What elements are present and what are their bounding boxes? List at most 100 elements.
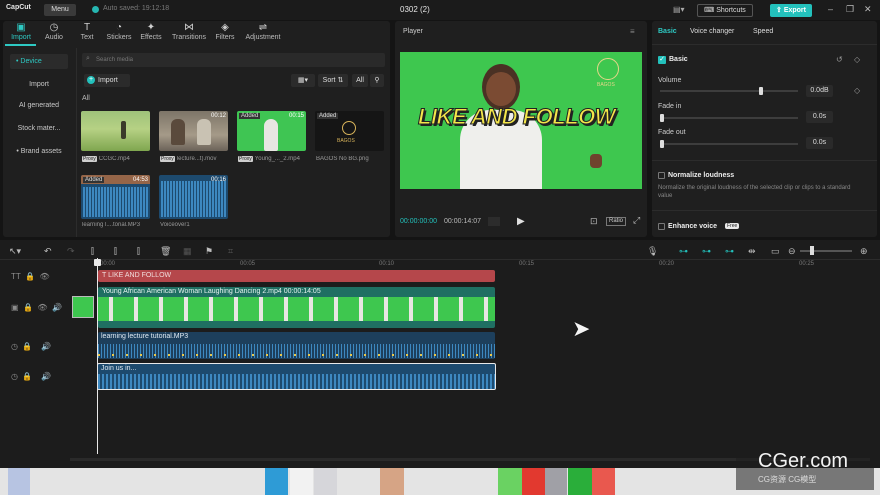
delete-icon[interactable]: 🗑 xyxy=(160,246,171,257)
tab-adjustment[interactable]: ⇌ Adjustment xyxy=(242,22,284,41)
link-main-track-icon[interactable]: ⊶ xyxy=(679,246,688,257)
video-track-controls[interactable]: ▣ 🔒 👁 🔊 xyxy=(11,303,62,312)
export-button[interactable]: ⇪ Export xyxy=(770,4,812,17)
shortcuts-button[interactable]: ⌨ Shortcuts xyxy=(697,4,753,17)
ratio-button[interactable]: Ratio xyxy=(606,217,626,226)
zoom-slider-knob[interactable] xyxy=(810,246,814,255)
tab-stickers[interactable]: ◔ Stickers xyxy=(102,22,136,41)
close-icon[interactable]: ✕ xyxy=(864,4,872,15)
autosave-status: Auto saved: 19:12:18 xyxy=(103,5,170,12)
fade-in-knob[interactable] xyxy=(660,114,664,122)
tab-audio[interactable]: ◷ Audio xyxy=(37,22,71,41)
maximize-icon[interactable]: ❐ xyxy=(846,4,854,15)
sidebar-item-ai-generated[interactable]: AI generated xyxy=(10,98,68,113)
timeline-frames-icon[interactable] xyxy=(488,217,500,226)
tab-divider xyxy=(652,44,877,45)
audio-clip[interactable]: learning lecture tutorial.MP3 xyxy=(98,332,495,359)
search-input[interactable]: Search media xyxy=(82,53,385,67)
split-left-icon[interactable]: ⫿ xyxy=(114,246,117,257)
filter-all-chip[interactable]: All xyxy=(352,74,368,87)
tab-text[interactable]: T Text xyxy=(70,22,104,41)
fullscreen-icon[interactable]: ⤢ xyxy=(633,215,640,226)
undo-icon[interactable]: ↶ xyxy=(44,246,52,257)
text-clip[interactable]: T LIKE AND FOLLOW xyxy=(98,270,495,282)
proxy-badge: Proxy xyxy=(82,156,97,162)
split-icon[interactable]: ⫿ xyxy=(91,246,94,257)
media-item-lecture[interactable]: 00:12 xyxy=(159,111,228,151)
sidebar-item-device[interactable]: • Device xyxy=(10,54,68,69)
minimize-icon[interactable]: – xyxy=(828,4,833,14)
tab-speed[interactable]: Speed xyxy=(753,28,773,35)
zoom-out-icon[interactable]: ⊖ xyxy=(788,246,796,257)
filter-icon[interactable]: ⚲ xyxy=(370,74,384,87)
keyboard-icon: ⌨ xyxy=(704,7,717,14)
marker-icon[interactable]: ⚑ xyxy=(205,246,213,257)
sidebar-item-import[interactable]: Import xyxy=(10,77,68,92)
text-track-controls[interactable]: TT 🔒 👁 xyxy=(11,272,50,281)
zoom-fit-icon[interactable]: ⊕ xyxy=(860,246,868,257)
import-icon: ▣ xyxy=(16,22,26,33)
play-icon[interactable]: ▶ xyxy=(517,216,525,227)
basic-checkbox[interactable]: ✓ xyxy=(658,56,666,64)
preview-axis-icon[interactable]: ⇹ xyxy=(748,246,756,257)
view-toggle-button[interactable]: ▦▾ xyxy=(291,74,315,87)
zoom-slider[interactable] xyxy=(800,250,852,252)
player-title: Player xyxy=(403,28,423,35)
normalize-checkbox[interactable] xyxy=(658,172,665,179)
media-label-bagos: BAGOS No BG.png xyxy=(316,156,369,162)
link-icon[interactable]: ⊶ xyxy=(725,246,734,257)
redo-icon[interactable]: ↷ xyxy=(67,246,75,257)
layout-icon[interactable]: ▤▾ xyxy=(673,5,685,14)
freeze-icon[interactable]: ▦ xyxy=(183,246,192,257)
keyframe-icon[interactable]: ◇ xyxy=(854,55,860,64)
audio-track-controls[interactable]: ◷ 🔒 🔊 xyxy=(11,342,51,351)
tab-filters[interactable]: ◈ Filters xyxy=(208,22,242,41)
volume-slider-knob[interactable] xyxy=(759,87,763,95)
sidebar-item-stock-material[interactable]: Stock mater... xyxy=(10,121,68,136)
voice-track-controls[interactable]: ◷ 🔒 🔊 xyxy=(11,372,51,381)
tab-transitions[interactable]: ⋈ Transitions xyxy=(170,22,208,41)
magnet-icon[interactable]: ⊶ xyxy=(702,246,711,257)
video-clip[interactable]: Young African American Woman Laughing Da… xyxy=(98,287,495,328)
split-right-icon[interactable]: ⫿ xyxy=(137,246,140,257)
media-item-young[interactable]: Added 00:15 xyxy=(237,111,306,151)
tab-effects[interactable]: ✦ Effects xyxy=(134,22,168,41)
fade-out-slider[interactable] xyxy=(660,143,798,145)
fade-in-value[interactable]: 0.0s xyxy=(806,111,833,123)
select-tool-icon[interactable]: ↖▾ xyxy=(9,246,21,257)
fullscreen-fit-icon[interactable]: ⊡ xyxy=(590,216,598,227)
crop-icon[interactable]: ⌗ xyxy=(228,246,233,257)
sort-button[interactable]: Sort ⇅ xyxy=(318,74,348,87)
caption-icon[interactable]: ▭ xyxy=(771,246,780,257)
menu-button[interactable]: Menu xyxy=(44,4,76,16)
tab-audio-label: Audio xyxy=(45,34,63,41)
tab-import[interactable]: ▣ Import xyxy=(4,22,38,41)
autosave-icon xyxy=(92,6,99,13)
tick-label: 00:20 xyxy=(659,261,675,267)
playhead-handle[interactable] xyxy=(94,259,101,266)
tab-voice-changer[interactable]: Voice changer xyxy=(690,28,734,35)
volume-slider[interactable] xyxy=(660,90,798,92)
waveform xyxy=(161,181,226,217)
media-item-voiceover[interactable]: 00:16 xyxy=(159,175,228,219)
volume-value[interactable]: 0.0dB xyxy=(806,85,833,97)
tab-basic[interactable]: Basic xyxy=(658,28,677,35)
media-item-learning-mp3[interactable]: Added 04:53 xyxy=(81,175,150,219)
media-item-ccgc[interactable] xyxy=(81,111,150,151)
reset-icon[interactable]: ↺ xyxy=(836,55,843,64)
enhance-checkbox[interactable] xyxy=(658,223,665,230)
video-preview[interactable]: LIKE AND FOLLOW BAGOS xyxy=(400,52,642,189)
player-menu-icon[interactable]: ≡ xyxy=(630,27,635,36)
cover-thumbnail[interactable] xyxy=(72,296,94,318)
current-timecode: 00:00:00:00 xyxy=(400,218,437,225)
fade-out-value[interactable]: 0.0s xyxy=(806,137,833,149)
tab-effects-label: Effects xyxy=(140,34,162,41)
volume-keyframe-icon[interactable]: ◇ xyxy=(854,86,860,95)
media-item-bagos[interactable]: BAGOS Added xyxy=(315,111,384,151)
voiceover-clip[interactable]: Join us in... xyxy=(97,363,496,390)
fade-in-slider[interactable] xyxy=(660,117,798,119)
fade-out-knob[interactable] xyxy=(660,140,664,148)
thumb-figure xyxy=(121,121,126,139)
sidebar-item-brand-assets[interactable]: • Brand assets xyxy=(10,144,68,159)
microphone-icon[interactable]: 🎙 xyxy=(647,246,658,257)
